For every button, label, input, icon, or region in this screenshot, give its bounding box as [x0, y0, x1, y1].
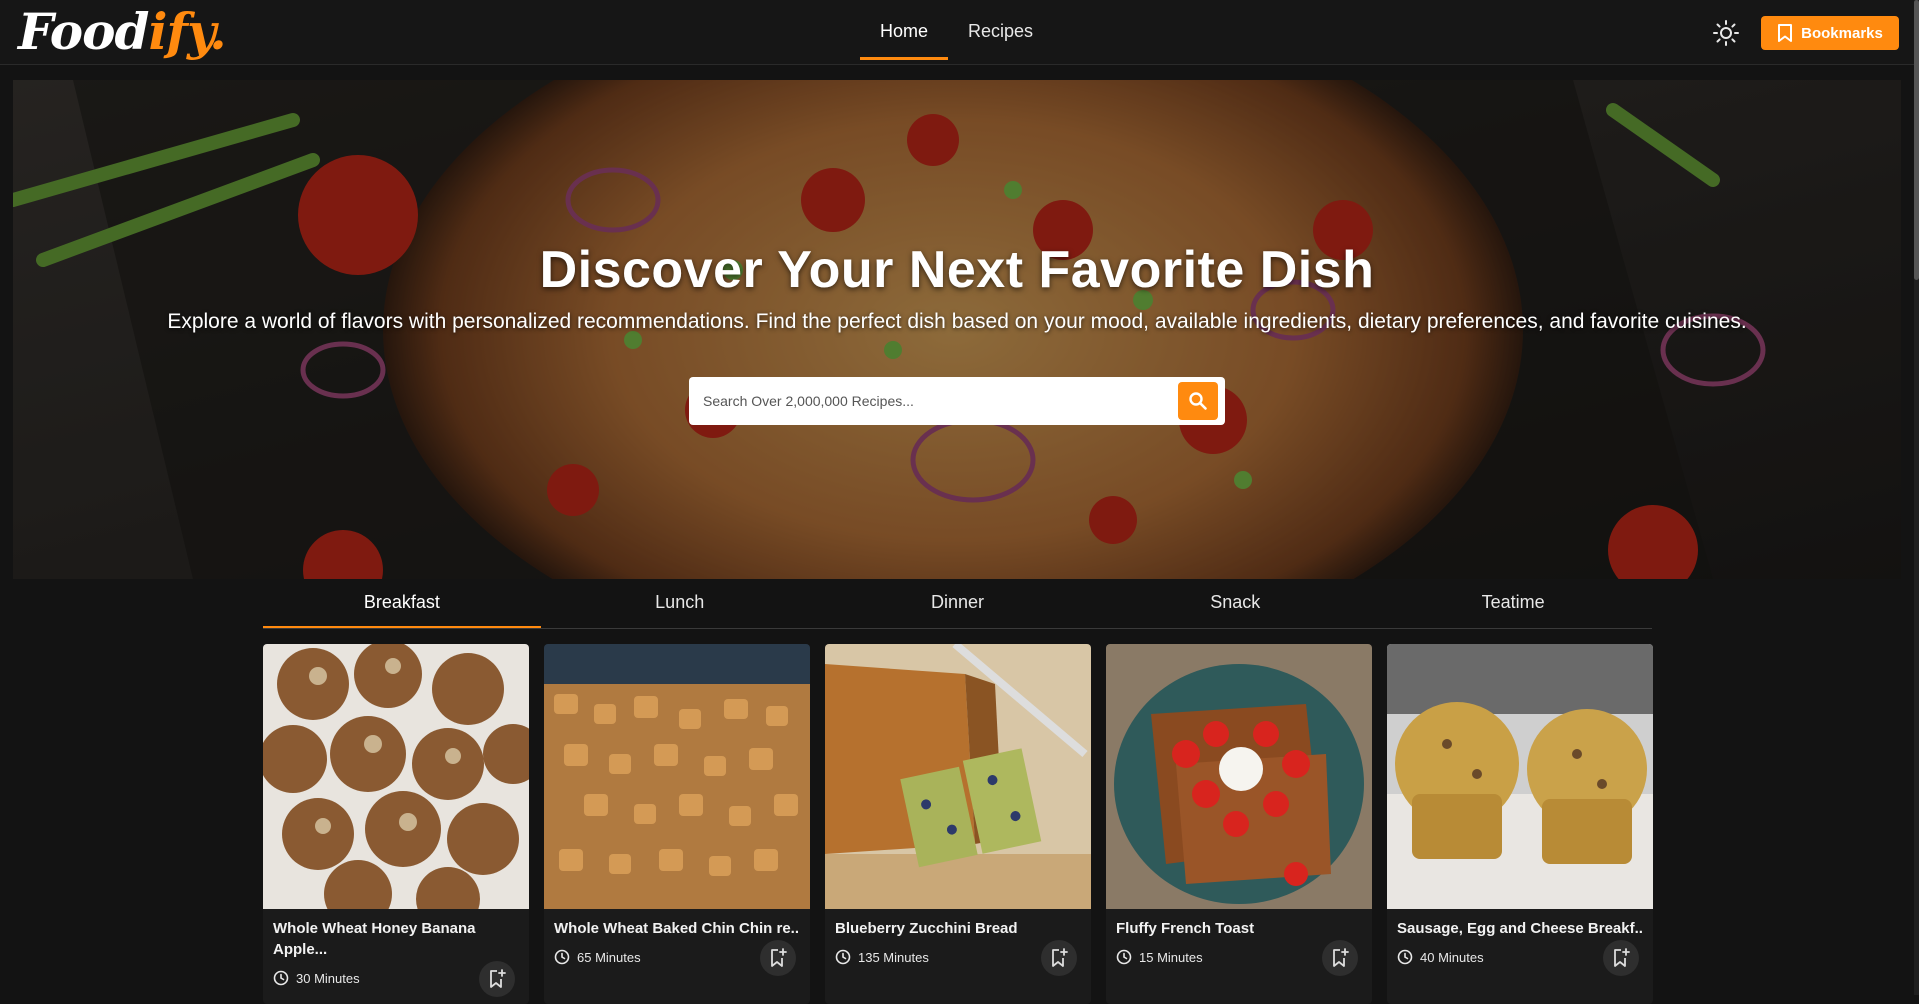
recipe-time: 40 Minutes — [1397, 949, 1484, 965]
recipe-image — [825, 644, 1091, 909]
recipe-card[interactable]: Sausage, Egg and Cheese Breakf... 40 Min… — [1387, 644, 1653, 1004]
clock-icon — [1397, 949, 1413, 965]
search-icon — [1189, 392, 1207, 410]
bookmark-add-icon — [771, 948, 787, 967]
bookmark-icon — [1778, 24, 1793, 42]
tab-breakfast[interactable]: Breakfast — [263, 579, 541, 628]
recipe-time: 15 Minutes — [1116, 949, 1203, 965]
bookmark-add-icon — [1333, 948, 1349, 967]
recipe-time: 135 Minutes — [835, 949, 929, 965]
bookmark-add-icon — [1052, 948, 1068, 967]
recipe-card[interactable]: Whole Wheat Baked Chin Chin re... 65 Min… — [544, 644, 810, 1004]
hero-banner: Discover Your Next Favorite Dish Explore… — [13, 80, 1901, 579]
add-bookmark-button[interactable] — [1322, 940, 1358, 976]
clock-icon — [273, 970, 289, 986]
clock-icon — [835, 949, 851, 965]
recipe-time: 65 Minutes — [554, 949, 641, 965]
recipe-title[interactable]: Sausage, Egg and Cheese Breakf... — [1397, 918, 1643, 939]
recipe-title[interactable]: Whole Wheat Baked Chin Chin re... — [554, 918, 800, 939]
recipe-image — [1387, 644, 1653, 909]
recipe-time-label: 65 Minutes — [577, 949, 641, 965]
meal-type-tabs: Breakfast Lunch Dinner Snack Teatime — [263, 579, 1652, 629]
recipe-card[interactable]: Whole Wheat Honey Banana Apple... 30 Min… — [263, 644, 529, 1004]
recipe-title[interactable]: Fluffy French Toast — [1116, 918, 1362, 939]
add-bookmark-button[interactable] — [760, 940, 796, 976]
recipe-card-grid: Whole Wheat Honey Banana Apple... 30 Min… — [263, 644, 1653, 1004]
clock-icon — [554, 949, 570, 965]
logo-text-main: Food — [18, 2, 149, 61]
add-bookmark-button[interactable] — [1603, 940, 1639, 976]
bookmarks-label: Bookmarks — [1801, 24, 1883, 42]
recipe-title[interactable]: Whole Wheat Honey Banana Apple... — [273, 918, 519, 960]
tab-snack[interactable]: Snack — [1096, 579, 1374, 628]
recipe-time-label: 15 Minutes — [1139, 949, 1203, 965]
bookmark-add-icon — [490, 969, 506, 988]
page-scrollbar-thumb[interactable] — [1914, 0, 1919, 280]
recipe-image — [263, 644, 529, 909]
recipe-card[interactable]: Blueberry Zucchini Bread 135 Minutes — [825, 644, 1091, 1004]
main-nav: Home Recipes — [860, 0, 1053, 65]
recipe-card[interactable]: Fluffy French Toast 15 Minutes — [1106, 644, 1372, 1004]
recipe-time: 30 Minutes — [273, 970, 360, 986]
top-navbar: Foodify. Home Recipes Bookmarks — [0, 0, 1919, 65]
recipe-search-input[interactable] — [689, 377, 1159, 425]
recipe-title[interactable]: Blueberry Zucchini Bread — [835, 918, 1081, 939]
sun-icon — [1713, 20, 1739, 46]
bookmarks-button[interactable]: Bookmarks — [1761, 16, 1899, 50]
search-button[interactable] — [1178, 382, 1218, 420]
theme-toggle-button[interactable] — [1711, 18, 1741, 48]
bookmark-add-icon — [1614, 948, 1630, 967]
recipe-time-label: 30 Minutes — [296, 970, 360, 986]
tab-teatime[interactable]: Teatime — [1374, 579, 1652, 628]
tab-dinner[interactable]: Dinner — [819, 579, 1097, 628]
logo-text-accent: ify. — [148, 2, 226, 61]
hero-subtitle: Explore a world of flavors with personal… — [167, 310, 1747, 333]
hero-title: Discover Your Next Favorite Dish — [539, 241, 1375, 299]
recipe-image — [544, 644, 810, 909]
tab-lunch[interactable]: Lunch — [541, 579, 819, 628]
recipe-time-label: 135 Minutes — [858, 949, 929, 965]
clock-icon — [1116, 949, 1132, 965]
app-logo[interactable]: Foodify. — [18, 2, 227, 62]
recipe-time-label: 40 Minutes — [1420, 949, 1484, 965]
nav-recipes-link[interactable]: Recipes — [948, 0, 1053, 57]
add-bookmark-button[interactable] — [1041, 940, 1077, 976]
nav-home-link[interactable]: Home — [860, 0, 949, 60]
recipe-image — [1106, 644, 1372, 909]
add-bookmark-button[interactable] — [479, 961, 515, 997]
recipe-search-bar — [689, 377, 1225, 425]
